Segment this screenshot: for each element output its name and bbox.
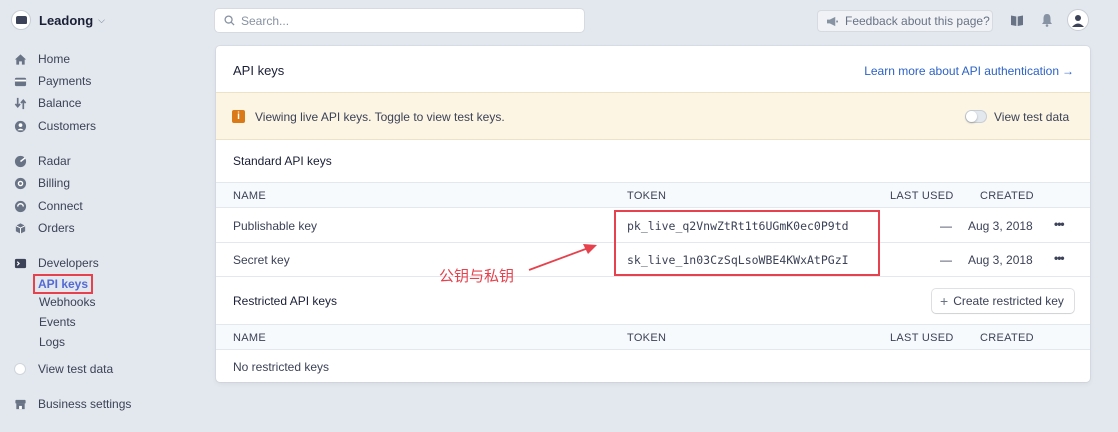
create-restricted-key-button[interactable]: + Create restricted key [932,289,1074,313]
col-name: NAME [233,190,266,202]
sidebar-item-orders[interactable]: Orders [13,219,75,237]
col-token: TOKEN [627,332,667,344]
search-bar[interactable] [215,9,584,32]
key-created: Aug 3, 2018 [968,219,1033,233]
sidebar: Leadong ⌵ Home Payments Balance Customer… [0,0,205,432]
sidebar-item-api-keys[interactable]: API keys [33,274,94,294]
col-token: TOKEN [627,190,667,202]
page-title: API keys [233,63,285,78]
sidebar-item-payments[interactable]: Payments [13,72,91,90]
standard-keys-header: NAME TOKEN LAST USED CREATED [216,182,1090,208]
chevron-down-icon: ⌵ [98,14,105,25]
restricted-keys-header: NAME TOKEN LAST USED CREATED [216,324,1090,350]
standard-keys-title: Standard API keys [233,154,332,168]
account-switcher[interactable]: Leadong ⌵ [11,10,105,30]
connect-icon [13,199,27,213]
terminal-icon [13,256,27,270]
sidebar-view-test-data-toggle[interactable]: View test data [13,360,113,378]
feedback-button[interactable]: Feedback about this page? [817,10,993,32]
home-icon [13,52,27,66]
plus-icon: + [940,293,949,309]
user-avatar[interactable] [1067,9,1089,31]
sidebar-item-logs[interactable]: Logs [39,335,65,349]
key-name: Secret key [233,253,290,267]
col-last-used: LAST USED [890,332,954,344]
account-name: Leadong [39,12,94,28]
live-mode-banner: i Viewing live API keys. Toggle to view … [216,92,1090,140]
user-icon [1072,15,1084,27]
key-last-used: — [940,253,952,267]
sidebar-item-events[interactable]: Events [39,315,76,329]
business-icon [13,397,27,411]
col-created: CREATED [980,190,1034,202]
key-name: Publishable key [233,219,318,233]
key-last-used: — [940,219,952,233]
sidebar-item-home[interactable]: Home [13,50,70,68]
view-test-data-label: View test data [994,110,1070,124]
more-options-icon[interactable]: ••• [1054,251,1065,265]
info-icon: i [232,110,245,123]
sidebar-item-webhooks[interactable]: Webhooks [39,295,95,309]
view-test-data-switch[interactable] [965,110,987,123]
search-icon [224,15,235,26]
col-created: CREATED [980,332,1034,344]
notifications-bell-icon[interactable] [1039,12,1055,28]
sidebar-item-customers[interactable]: Customers [13,117,96,135]
sidebar-item-radar[interactable]: Radar [13,152,71,170]
billing-icon [13,176,27,190]
sidebar-item-developers[interactable]: Developers [13,254,99,272]
balance-icon [13,96,27,110]
search-input[interactable] [241,13,571,28]
customers-icon [13,119,27,133]
col-last-used: LAST USED [890,190,954,202]
annotation-arrow-icon [528,244,597,271]
tokens-highlight-box [614,210,880,276]
payments-icon [13,74,27,88]
sidebar-item-billing[interactable]: Billing [13,174,70,192]
radar-icon [13,154,27,168]
learn-more-link[interactable]: Learn more about API authentication → [864,64,1074,78]
arrow-right-icon: → [1062,64,1074,78]
key-created: Aug 3, 2018 [968,253,1033,267]
sidebar-item-balance[interactable]: Balance [13,94,81,112]
more-options-icon[interactable]: ••• [1054,217,1065,231]
sidebar-item-connect[interactable]: Connect [13,197,83,215]
toggle-icon [13,362,27,376]
docs-book-icon[interactable] [1009,12,1025,28]
col-name: NAME [233,332,266,344]
account-logo-icon [11,10,31,30]
sidebar-item-business-settings[interactable]: Business settings [13,395,131,413]
banner-message: Viewing live API keys. Toggle to view te… [255,110,505,124]
annotation-label: 公钥与私钥 [439,267,515,285]
orders-icon [13,221,27,235]
restricted-keys-title: Restricted API keys [233,294,338,308]
megaphone-icon [827,16,838,26]
restricted-empty-text: No restricted keys [233,360,330,374]
